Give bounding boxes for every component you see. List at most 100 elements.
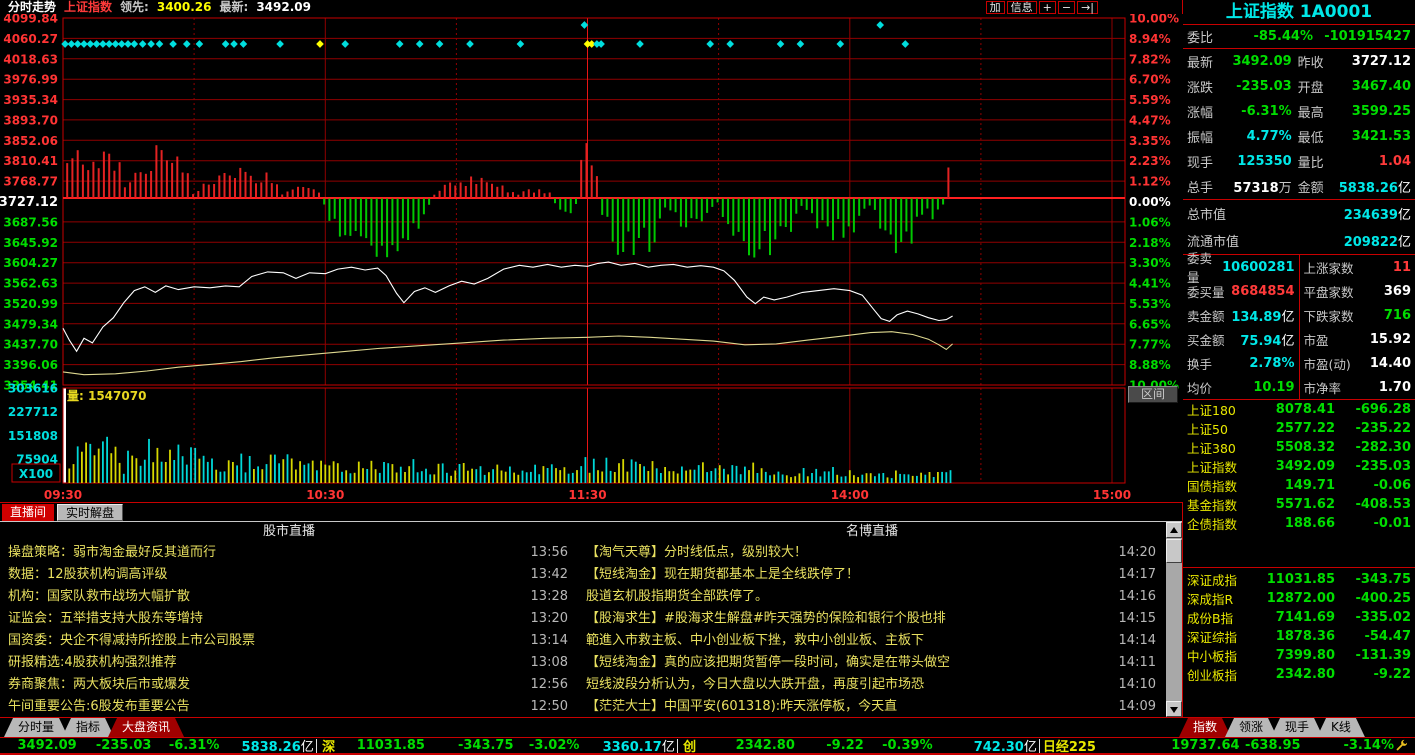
news-item[interactable]: 股道玄机股指期货全部跌停了。14:16 <box>578 586 1166 608</box>
news-item[interactable]: 证监会：五举措支持大股东等增持13:20 <box>0 608 578 630</box>
quote-cell: 市净率1.70 <box>1299 375 1415 399</box>
field-label: 最新 <box>1187 52 1225 71</box>
news-item[interactable]: 午间重要公告:6股发布重要公告12:50 <box>0 696 578 718</box>
news-item-time: 13:20 <box>531 608 568 630</box>
news-scrollbar[interactable] <box>1166 522 1182 717</box>
scrollbar-thumb[interactable] <box>1166 539 1182 563</box>
header-text: 3492.09 <box>256 1 311 14</box>
tab-指数[interactable]: 指数 <box>1179 718 1231 737</box>
quote-row: 买金额75.94亿市盈15.92 <box>1183 327 1415 351</box>
news-item-title: 短线波段分析认为，今日大盘以大跌开盘，再度引起市场恐 <box>586 674 1111 696</box>
header-text: 领先: <box>120 1 149 14</box>
news-item-time: 14:10 <box>1119 674 1156 696</box>
status-number: -343.75 <box>458 738 514 753</box>
index-row[interactable]: 中小板指7399.80-131.39 <box>1183 646 1415 665</box>
news-item[interactable]: 【淘气天尊】分时线低点，级别较大！14:20 <box>578 542 1166 564</box>
index-value: 5571.62 <box>1259 497 1335 512</box>
field-value: 5838.26亿 <box>1338 177 1411 196</box>
status-number: -0.39% <box>882 738 933 753</box>
field-label: 卖金额 <box>1187 306 1231 325</box>
quote-row: 最新3492.09昨收3727.12 <box>1183 49 1415 74</box>
index-row[interactable]: 国债指数149.71-0.06 <box>1183 476 1415 495</box>
news-item-time: 14:11 <box>1119 652 1156 674</box>
news-item[interactable]: 研报精选:4股获机构强烈推荐13:08 <box>0 652 578 674</box>
svg-text:3562.63: 3562.63 <box>3 277 58 291</box>
index-value: 3492.09 <box>1259 459 1335 474</box>
status-value: -343.75 <box>425 738 514 753</box>
news-item[interactable]: 【短线淘金】真的应该把期货暂停一段时间，确实是在带头做空14:11 <box>578 652 1166 674</box>
index-row[interactable]: 基金指数5571.62-408.53 <box>1183 495 1415 514</box>
field-value: 3467.40 <box>1338 79 1411 94</box>
step-right-icon[interactable]: →| <box>1077 1 1098 14</box>
index-row[interactable]: 上证指数3492.09-235.03 <box>1183 457 1415 476</box>
index-name: 上证50 <box>1187 419 1259 438</box>
index-change: -696.28 <box>1335 402 1411 417</box>
svg-text:3520.99: 3520.99 <box>3 297 58 311</box>
tab-指标[interactable]: 指标 <box>62 718 114 737</box>
news-column-bloggers: 名博直播 【淘气天尊】分时线低点，级别较大！14:20【短线淘金】现在期货都基本… <box>578 522 1166 717</box>
index-row[interactable]: 上证502577.22-235.22 <box>1183 419 1415 438</box>
zoom-out-icon[interactable]: − <box>1058 1 1075 14</box>
index-row[interactable]: 深成指R12872.00-400.25 <box>1183 589 1415 608</box>
tab-大盘资讯[interactable]: 大盘资讯 <box>108 718 184 737</box>
svg-text:3810.41: 3810.41 <box>3 154 58 168</box>
tab-live-room[interactable]: 直播间 <box>2 504 54 521</box>
field-label: 平盘家数 <box>1304 282 1362 301</box>
news-item[interactable]: 数据：12股获机构调高评级13:42 <box>0 564 578 586</box>
wrench-icon[interactable] <box>1394 738 1409 753</box>
svg-text:3604.27: 3604.27 <box>3 256 58 270</box>
tab-realtime-commentary[interactable]: 实时解盘 <box>57 504 123 521</box>
news-item[interactable]: 券商聚焦：两大板块后市或爆发12:56 <box>0 674 578 696</box>
news-item[interactable]: 短线波段分析认为，今日大盘以大跌开盘，再度引起市场恐 14:10 <box>578 674 1166 696</box>
index-row[interactable]: 深证成指11031.85-343.75 <box>1183 570 1415 589</box>
scroll-down-icon[interactable] <box>1166 701 1182 717</box>
scroll-up-icon[interactable] <box>1166 522 1182 538</box>
index-row[interactable]: 企债指数188.66-0.01 <box>1183 514 1415 533</box>
tab-K线[interactable]: K线 <box>1317 718 1365 737</box>
panel-mode-tabs: 指数领涨现手K线 <box>1185 718 1415 737</box>
field-value: 125350 <box>1225 154 1292 169</box>
info-button[interactable]: 信息 <box>1007 1 1037 14</box>
news-item[interactable]: 操盘策略：弱市淘金最好反其道而行13:56 <box>0 542 578 564</box>
add-button[interactable]: 加 <box>986 1 1005 14</box>
news-item[interactable]: 国资委：央企不得减持所控股上市公司股票13:14 <box>0 630 578 652</box>
index-row[interactable]: 创业板指2342.80-9.22 <box>1183 665 1415 684</box>
status-value: 3360.17亿 <box>579 736 674 755</box>
market-cap-section: 总市值234639亿流通市值209822亿 <box>1183 200 1415 255</box>
field-value: 234639亿 <box>1226 204 1411 223</box>
field-value: -85.44% <box>1225 29 1313 44</box>
field-label: 委比 <box>1187 27 1225 46</box>
index-value: 5508.32 <box>1259 440 1335 455</box>
tab-现手[interactable]: 现手 <box>1271 718 1323 737</box>
quote-row: 涨跌-235.03开盘3467.40 <box>1183 74 1415 99</box>
index-row[interactable]: 成份B指7141.69-335.02 <box>1183 608 1415 627</box>
status-value: 3492.09 <box>14 738 77 753</box>
news-item[interactable]: 範進入市救主板、中小创业板下挫，救中小创业板、主板下14:14 <box>578 630 1166 652</box>
index-name: 创业板指 <box>1187 665 1259 684</box>
news-item-time: 13:42 <box>531 564 568 586</box>
svg-text:3768.77: 3768.77 <box>3 175 58 189</box>
news-item[interactable]: 【股海求生】#股海求生解盘#昨天强势的保险和银行个股也排14:15 <box>578 608 1166 630</box>
status-number: 2342.80 <box>736 738 795 753</box>
range-button[interactable]: 区间 <box>1128 386 1178 403</box>
news-item[interactable]: 【短线淘金】现在期货都基本上是全线跌停了！14:17 <box>578 564 1166 586</box>
svg-text:3479.34: 3479.34 <box>3 317 58 331</box>
zoom-in-icon[interactable]: + <box>1039 1 1056 14</box>
news-item[interactable]: 【茫茫大士】中国平安(601318):昨天涨停板，今天直14:09 <box>578 696 1166 718</box>
news-item[interactable]: 机构：国家队救市战场大幅扩散13:28 <box>0 586 578 608</box>
index-value: 8078.41 <box>1259 402 1335 417</box>
svg-text:3976.99: 3976.99 <box>3 73 58 87</box>
chart-region: 分时走势上证指数领先:3400.26最新:3492.09加信息+−→| 4099… <box>0 0 1183 717</box>
news-item-title: 机构：国家队救市战场大幅扩散 <box>8 586 523 608</box>
news-column-market: 股市直播 操盘策略：弱市淘金最好反其道而行13:56数据：12股获机构调高评级1… <box>0 522 578 717</box>
weibi-section: 委比-85.44%-101915427 <box>1183 25 1415 49</box>
field-value: 75.94亿 <box>1231 330 1295 349</box>
index-row[interactable]: 上证3805508.32-282.30 <box>1183 438 1415 457</box>
field-value-unit: 亿 <box>1398 181 1411 196</box>
tab-分时量[interactable]: 分时量 <box>4 718 68 737</box>
index-row[interactable]: 深证综指1878.36-54.47 <box>1183 627 1415 646</box>
index-row[interactable]: 上证1808078.41-696.28 <box>1183 400 1415 419</box>
field-value: 4.77% <box>1225 129 1292 144</box>
news-item-time: 13:08 <box>531 652 568 674</box>
tab-领涨[interactable]: 领涨 <box>1225 718 1277 737</box>
